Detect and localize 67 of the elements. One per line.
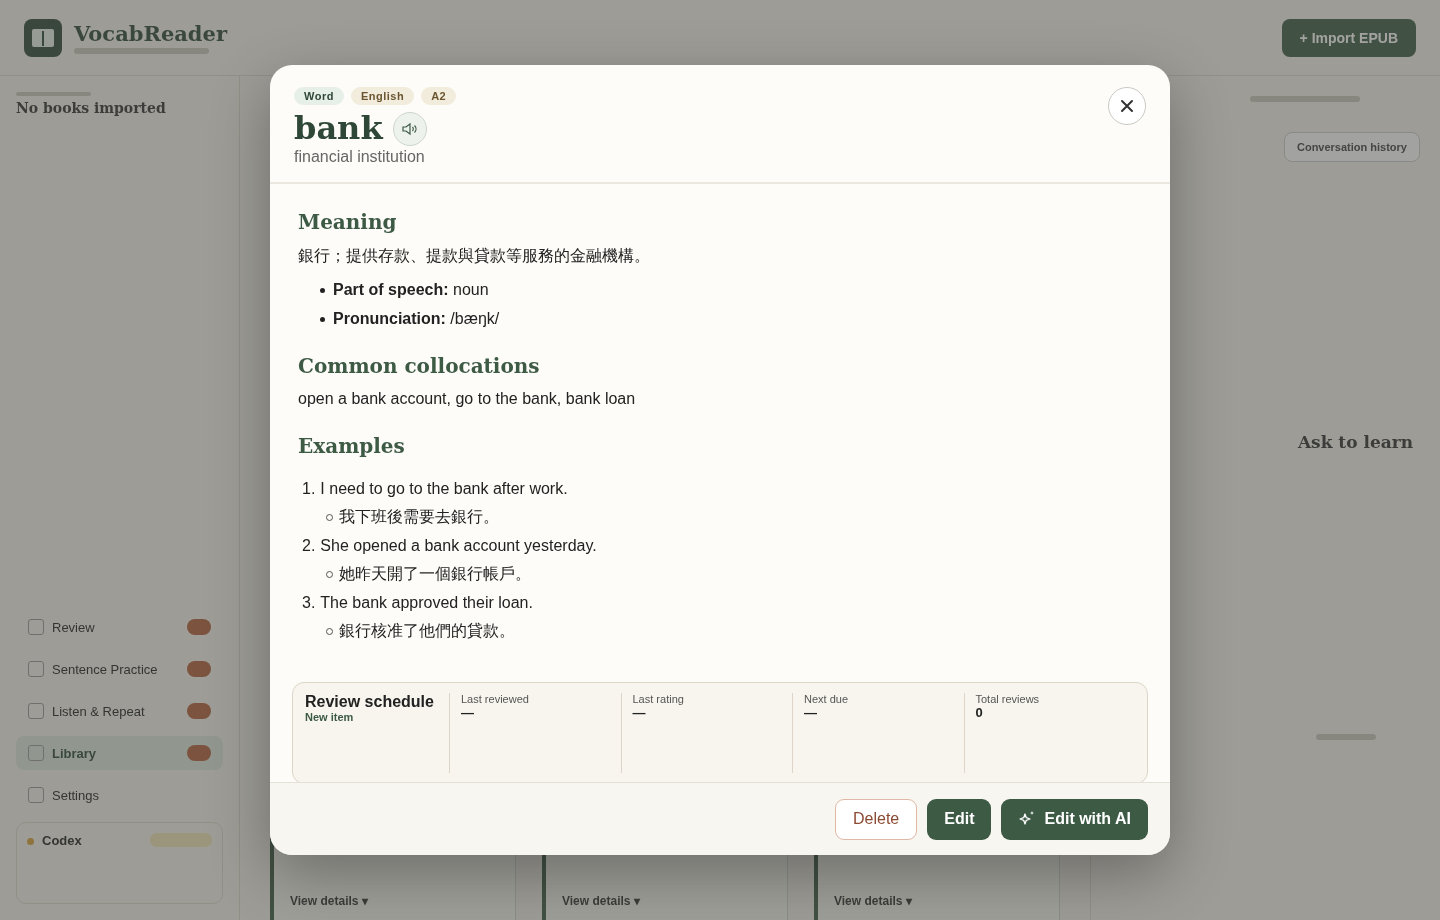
- bullet-icon: [320, 287, 325, 293]
- view-details-link[interactable]: View details ▾: [290, 894, 368, 908]
- empty-title: Ask to learn: [1297, 432, 1414, 452]
- detail-item: Pronunciation: /bæŋk/: [333, 310, 500, 329]
- import-button[interactable]: + Import EPUB: [1281, 18, 1416, 57]
- view-details-link[interactable]: View details ▾: [834, 894, 912, 908]
- review-title: Review schedule: [305, 693, 435, 712]
- field-value: 0: [975, 705, 984, 721]
- speaker-button[interactable]: [392, 111, 427, 146]
- tag: A2: [421, 87, 457, 105]
- delete-button[interactable]: Delete: [835, 798, 918, 840]
- list-number: 2.: [302, 537, 316, 556]
- section-text: open a bank account, go to the bank, bank loan: [298, 390, 637, 409]
- sidebar-label: Settings: [52, 787, 99, 803]
- section-heading: Common collocations: [298, 354, 541, 379]
- tag: English: [350, 87, 415, 105]
- example-translation: 銀行核准了他們的貸款。: [339, 621, 515, 642]
- edit-button[interactable]: Edit: [927, 798, 992, 840]
- sidebar-label: Library: [52, 745, 97, 761]
- field-label: Total reviews: [975, 693, 1041, 706]
- list-number: 3.: [302, 594, 316, 613]
- sidebar-label: Review: [52, 619, 95, 635]
- field-value: —: [461, 705, 475, 721]
- section-text: 銀行；提供存款、提款與貸款等服務的金融機構。: [298, 246, 651, 267]
- edit-with-ai-button[interactable]: Edit with AI: [1001, 798, 1148, 840]
- app-title: VocabReader: [74, 21, 227, 46]
- nav-icon: [28, 787, 44, 803]
- status-dot: [27, 838, 34, 845]
- field-label: Last rating: [632, 693, 685, 706]
- section-heading: Examples: [298, 434, 406, 459]
- view-details-link[interactable]: View details ▾: [562, 894, 640, 908]
- example-sentence: I need to go to the bank after work.: [320, 480, 568, 499]
- word-gloss: financial institution: [294, 148, 426, 167]
- sidebar-label: Sentence Practice: [52, 661, 158, 677]
- close-icon: [1120, 99, 1134, 113]
- field-value: —: [632, 705, 647, 721]
- speaker-icon: [401, 121, 418, 136]
- sidebar-item[interactable]: Settings: [16, 778, 223, 812]
- detail-item: Part of speech: noun: [333, 281, 489, 300]
- tag: Word: [294, 87, 344, 105]
- library-status: No books imported: [16, 100, 167, 116]
- example-translation: 她昨天開了一個銀行帳戶。: [339, 564, 531, 585]
- word-title: bank: [294, 111, 383, 147]
- close-button[interactable]: [1108, 87, 1146, 125]
- example-translation: 我下班後需要去銀行。: [339, 507, 499, 528]
- nav-icon: [28, 745, 44, 761]
- sidebar-item[interactable]: Sentence Practice: [16, 652, 223, 686]
- example-sentence: She opened a bank account yesterday.: [320, 537, 597, 556]
- review-status: New item: [305, 711, 355, 724]
- nav-icon: [28, 619, 44, 635]
- nav-icon: [28, 661, 44, 677]
- status-badge: [150, 833, 212, 847]
- sidebar-item[interactable]: Library: [16, 736, 223, 770]
- codex-title: Codex: [42, 833, 82, 848]
- section-heading: Meaning: [298, 210, 398, 235]
- field-label: Next due: [804, 693, 850, 706]
- example-sentence: The bank approved their loan.: [320, 594, 533, 613]
- sidebar-item[interactable]: Listen & Repeat: [16, 694, 223, 728]
- field-value: —: [804, 705, 818, 721]
- field-label: Last reviewed: [461, 693, 530, 706]
- nav-icon: [28, 703, 44, 719]
- sidebar-label: Listen & Repeat: [52, 703, 145, 719]
- history-button[interactable]: Conversation history: [1283, 132, 1420, 162]
- list-number: 1.: [302, 480, 316, 499]
- book-logo-icon: [24, 18, 62, 57]
- sidebar-item[interactable]: Review: [16, 610, 223, 644]
- bullet-icon: [320, 316, 325, 322]
